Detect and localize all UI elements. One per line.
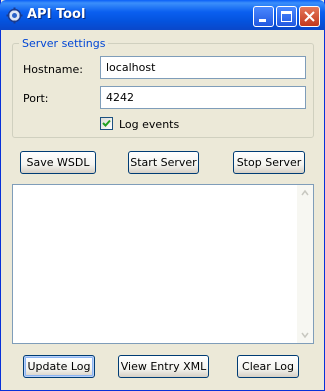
hostname-field[interactable]: localhost [100, 56, 306, 79]
scroll-down-icon[interactable] [297, 327, 313, 343]
app-gears-icon [6, 7, 23, 24]
log-events-checkbox[interactable] [100, 117, 113, 130]
api-tool-window: API Tool Server settings Hostname: local… [0, 0, 325, 391]
log-scrollbar[interactable] [297, 185, 313, 343]
window-title: API Tool [27, 7, 86, 22]
server-settings-legend: Server settings [19, 37, 109, 50]
title-bar[interactable]: API Tool [0, 0, 325, 30]
update-log-button[interactable]: Update Log [23, 355, 95, 378]
minimize-button[interactable] [253, 6, 274, 27]
close-button[interactable] [299, 6, 320, 27]
save-wsdl-button[interactable]: Save WSDL [20, 151, 96, 174]
checkmark-icon [102, 119, 111, 127]
maximize-button[interactable] [276, 6, 297, 27]
log-textarea[interactable] [12, 184, 314, 344]
stop-server-button[interactable]: Stop Server [233, 151, 305, 174]
close-icon [304, 11, 315, 22]
minimize-icon [259, 19, 266, 22]
maximize-icon [281, 11, 292, 22]
view-entry-xml-button[interactable]: View Entry XML [118, 355, 209, 378]
clear-log-button[interactable]: Clear Log [237, 355, 299, 378]
hostname-label: Hostname: [23, 63, 83, 76]
port-label: Port: [23, 92, 49, 105]
start-server-button[interactable]: Start Server [128, 151, 199, 174]
scroll-up-icon[interactable] [297, 185, 313, 201]
port-field[interactable]: 4242 [100, 86, 306, 109]
log-events-label[interactable]: Log events [119, 118, 179, 131]
